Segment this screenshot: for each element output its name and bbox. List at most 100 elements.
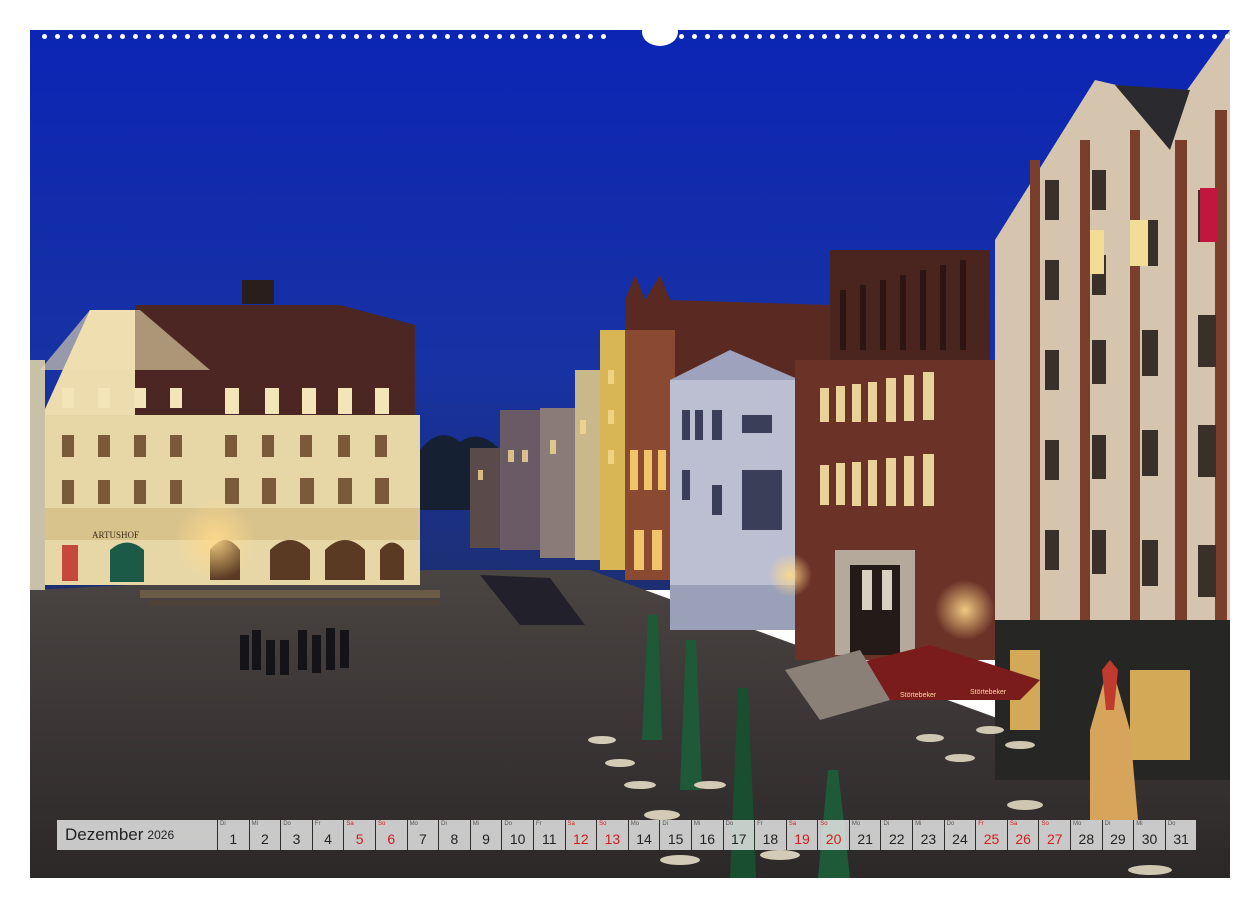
- binding-hole: [341, 34, 346, 39]
- day-number: 9: [482, 831, 490, 847]
- day-number: 1: [229, 831, 238, 847]
- day-number: 16: [699, 831, 715, 847]
- day-number: 13: [604, 831, 621, 847]
- binding-hole: [445, 34, 450, 39]
- day-number: 6: [387, 831, 396, 847]
- binding-hole: [1108, 34, 1113, 39]
- lamp-glow: [175, 500, 255, 580]
- binding-hole: [653, 34, 658, 39]
- calendar-photo: ARTUSHOF Störtebeker Störtebeker: [30, 30, 1230, 878]
- binding-hole: [198, 34, 203, 39]
- binding-hole: [1082, 34, 1087, 39]
- binding-hole: [952, 34, 957, 39]
- binding-hole: [263, 34, 268, 39]
- binding-hole: [315, 34, 320, 39]
- day-number: 31: [1173, 831, 1189, 847]
- calendar-day: Fr 18: [755, 820, 786, 850]
- day-number: 5: [355, 831, 364, 847]
- binding-hole: [939, 34, 944, 39]
- binding-hole: [276, 34, 281, 39]
- binding-hole: [1095, 34, 1100, 39]
- day-number: 15: [667, 831, 684, 847]
- binding-hole: [458, 34, 463, 39]
- calendar-day: Sa 5: [344, 820, 375, 850]
- day-number: 29: [1110, 831, 1126, 847]
- binding-hole: [68, 34, 73, 39]
- binding-hole: [536, 34, 541, 39]
- weekday-label: Sa: [346, 821, 354, 827]
- binding-hole: [250, 34, 255, 39]
- weekday-label: So: [1041, 821, 1049, 827]
- weekday-label: Do: [283, 821, 291, 827]
- calendar-day: Di 22: [881, 820, 913, 850]
- binding-hole: [1017, 34, 1022, 39]
- day-number: 3: [292, 831, 301, 847]
- binding-hole: [471, 34, 476, 39]
- day-number: 7: [418, 831, 427, 847]
- day-number: 25: [983, 831, 1000, 847]
- calendar-day: Mi 9: [470, 820, 502, 850]
- day-number: 21: [857, 831, 873, 847]
- umbrella-label-left: Störtebeker: [900, 692, 937, 699]
- binding-hole: [185, 34, 190, 39]
- lamp-glow: [768, 553, 812, 597]
- binding-hole: [1030, 34, 1035, 39]
- calendar-day: Mo 14: [628, 820, 660, 850]
- binding-hole: [575, 34, 580, 39]
- binding-hole: [822, 34, 827, 39]
- binding-hole: [1212, 34, 1217, 39]
- binding-hole: [783, 34, 788, 39]
- weekday-label: Mi: [472, 821, 480, 827]
- calendar-day: So 20: [818, 820, 849, 850]
- day-number: 10: [509, 831, 526, 847]
- month-label-box: Dezember 2026: [57, 820, 217, 850]
- spiral-binding: [30, 18, 1230, 46]
- binding-hole: [224, 34, 229, 39]
- weekday-label: Do: [725, 821, 734, 827]
- binding-hole: [1160, 34, 1165, 39]
- calendar-day: Sa 12: [565, 820, 597, 850]
- calendar-day: Mi 16: [691, 820, 723, 850]
- binding-hole: [757, 34, 762, 39]
- binding-hole: [55, 34, 60, 39]
- binding-hole: [718, 34, 723, 39]
- binding-hole: [42, 34, 47, 39]
- binding-hole: [510, 34, 515, 39]
- binding-hole: [562, 34, 567, 39]
- binding-hole: [549, 34, 554, 39]
- weekday-label: Di: [220, 821, 226, 827]
- umbrella-label-right: Störtebeker: [970, 689, 1007, 696]
- binding-hole: [1225, 34, 1230, 39]
- binding-hole: [133, 34, 138, 39]
- binding-hole: [835, 34, 840, 39]
- calendar-day: Mo 7: [407, 820, 439, 850]
- binding-hole: [861, 34, 866, 39]
- calendar-day: Di 29: [1102, 820, 1134, 850]
- binding-hole: [146, 34, 151, 39]
- weekday-label: Do: [946, 821, 955, 827]
- binding-hole: [523, 34, 528, 39]
- weekday-label: Fr: [314, 821, 321, 827]
- binding-hole: [211, 34, 216, 39]
- weekday-label: Mo: [630, 821, 640, 827]
- binding-hole: [237, 34, 242, 39]
- binding-hole: [380, 34, 385, 39]
- binding-hole: [1186, 34, 1191, 39]
- binding-hole: [796, 34, 801, 39]
- weekday-label: So: [599, 821, 607, 827]
- calendar-day: Do 31: [1165, 820, 1197, 850]
- binding-hole: [692, 34, 697, 39]
- binding-hole: [1121, 34, 1126, 39]
- day-number: 30: [1141, 831, 1158, 847]
- weekday-label: Fr: [757, 821, 763, 827]
- weekday-label: Mi: [1136, 821, 1143, 827]
- weekday-label: Fr: [978, 821, 984, 827]
- weekday-label: Mo: [409, 821, 418, 827]
- binding-hole: [744, 34, 749, 39]
- calendar-day: Mi 30: [1134, 820, 1165, 850]
- binding-hole: [809, 34, 814, 39]
- binding-hole: [393, 34, 398, 39]
- calendar-day: Mo 28: [1071, 820, 1102, 850]
- day-number: 23: [920, 831, 937, 847]
- calendar-day: Fr 4: [312, 820, 344, 850]
